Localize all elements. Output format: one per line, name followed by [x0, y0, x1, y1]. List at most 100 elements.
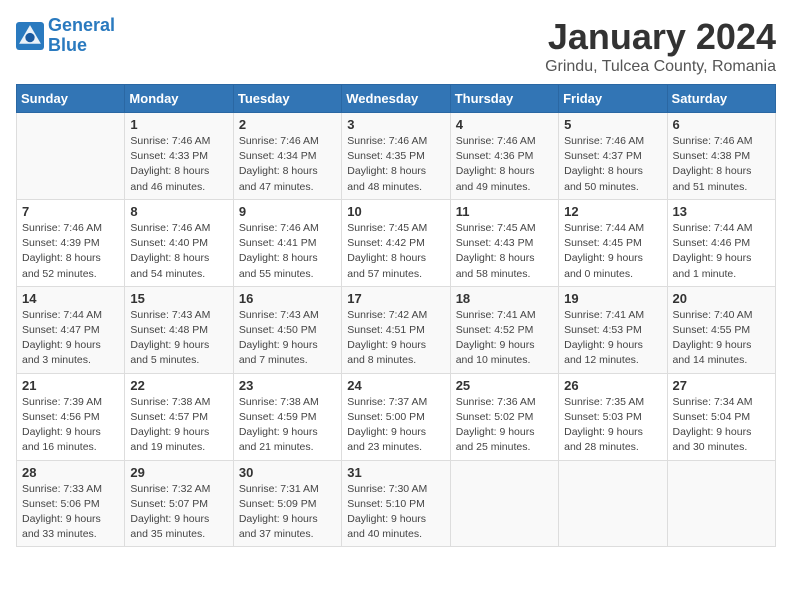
day-number: 29 [130, 465, 227, 480]
calendar-cell: 7Sunrise: 7:46 AMSunset: 4:39 PMDaylight… [17, 199, 125, 286]
header: General Blue January 2024 Grindu, Tulcea… [16, 16, 776, 76]
day-number: 1 [130, 117, 227, 132]
day-number: 20 [673, 291, 770, 306]
calendar-cell: 8Sunrise: 7:46 AMSunset: 4:40 PMDaylight… [125, 199, 233, 286]
title-area: January 2024 Grindu, Tulcea County, Roma… [545, 16, 776, 76]
day-number: 27 [673, 378, 770, 393]
calendar-cell: 30 Sunrise: 7:31 AMSunset: 5:09 PMDayligh… [233, 460, 341, 547]
calendar-cell [450, 460, 558, 547]
cell-content: Sunrise: 7:31 AMSunset: 5:09 PMDaylight:… [239, 482, 336, 543]
day-number: 13 [673, 204, 770, 219]
cell-content: Sunrise: 7:40 AMSunset: 4:55 PMDaylight:… [673, 308, 770, 369]
calendar-week-row: 28 Sunrise: 7:33 AMSunset: 5:06 PMDayligh… [17, 460, 776, 547]
cell-content: Sunrise: 7:36 AMSunset: 5:02 PMDaylight:… [456, 395, 553, 456]
day-number: 15 [130, 291, 227, 306]
day-number: 14 [22, 291, 119, 306]
cell-content: Sunrise: 7:46 AMSunset: 4:35 PMDaylight:… [347, 134, 444, 195]
cell-content: Sunrise: 7:46 AMSunset: 4:34 PMDaylight:… [239, 134, 336, 195]
cell-content: Sunrise: 7:44 AMSunset: 4:45 PMDaylight:… [564, 221, 661, 282]
calendar-cell: 31 Sunrise: 7:30 AMSunset: 5:10 PMDayligh… [342, 460, 450, 547]
location-title: Grindu, Tulcea County, Romania [545, 58, 776, 76]
day-number: 9 [239, 204, 336, 219]
day-number: 30 [239, 465, 336, 480]
weekday-header: Monday [125, 85, 233, 113]
cell-content: Sunrise: 7:46 AMSunset: 4:38 PMDaylight:… [673, 134, 770, 195]
calendar-cell: 3 Sunrise: 7:46 AMSunset: 4:35 PMDaylight… [342, 113, 450, 200]
cell-content: Sunrise: 7:43 AMSunset: 4:50 PMDaylight:… [239, 308, 336, 369]
calendar-cell: 20 Sunrise: 7:40 AMSunset: 4:55 PMDayligh… [667, 286, 775, 373]
cell-content: Sunrise: 7:42 AMSunset: 4:51 PMDaylight:… [347, 308, 444, 369]
day-number: 19 [564, 291, 661, 306]
calendar-cell [559, 460, 667, 547]
calendar-week-row: 1 Sunrise: 7:46 AMSunset: 4:33 PMDaylight… [17, 113, 776, 200]
calendar-cell: 22Sunrise: 7:38 AMSunset: 4:57 PMDayligh… [125, 373, 233, 460]
weekday-header: Tuesday [233, 85, 341, 113]
cell-content: Sunrise: 7:35 AMSunset: 5:03 PMDaylight:… [564, 395, 661, 456]
day-number: 16 [239, 291, 336, 306]
day-number: 31 [347, 465, 444, 480]
day-number: 3 [347, 117, 444, 132]
calendar-cell: 21Sunrise: 7:39 AMSunset: 4:56 PMDayligh… [17, 373, 125, 460]
calendar-cell: 15 Sunrise: 7:43 AMSunset: 4:48 PMDayligh… [125, 286, 233, 373]
calendar-table: SundayMondayTuesdayWednesdayThursdayFrid… [16, 84, 776, 547]
calendar-cell: 13 Sunrise: 7:44 AMSunset: 4:46 PMDayligh… [667, 199, 775, 286]
logo: General Blue [16, 16, 115, 56]
calendar-cell: 6 Sunrise: 7:46 AMSunset: 4:38 PMDaylight… [667, 113, 775, 200]
cell-content: Sunrise: 7:34 AMSunset: 5:04 PMDaylight:… [673, 395, 770, 456]
day-number: 2 [239, 117, 336, 132]
day-number: 4 [456, 117, 553, 132]
calendar-cell: 11 Sunrise: 7:45 AMSunset: 4:43 PMDayligh… [450, 199, 558, 286]
cell-content: Sunrise: 7:46 AMSunset: 4:36 PMDaylight:… [456, 134, 553, 195]
day-number: 12 [564, 204, 661, 219]
cell-content: Sunrise: 7:41 AMSunset: 4:53 PMDaylight:… [564, 308, 661, 369]
calendar-week-row: 14 Sunrise: 7:44 AMSunset: 4:47 PMDayligh… [17, 286, 776, 373]
day-number: 17 [347, 291, 444, 306]
calendar-cell: 26 Sunrise: 7:35 AMSunset: 5:03 PMDayligh… [559, 373, 667, 460]
calendar-cell: 1 Sunrise: 7:46 AMSunset: 4:33 PMDaylight… [125, 113, 233, 200]
cell-content: Sunrise: 7:37 AMSunset: 5:00 PMDaylight:… [347, 395, 444, 456]
cell-content: Sunrise: 7:45 AMSunset: 4:42 PMDaylight:… [347, 221, 444, 282]
calendar-cell [17, 113, 125, 200]
calendar-week-row: 21Sunrise: 7:39 AMSunset: 4:56 PMDayligh… [17, 373, 776, 460]
day-number: 26 [564, 378, 661, 393]
day-number: 23 [239, 378, 336, 393]
cell-content: Sunrise: 7:32 AMSunset: 5:07 PMDaylight:… [130, 482, 227, 543]
month-title: January 2024 [545, 16, 776, 58]
cell-content: Sunrise: 7:44 AMSunset: 4:46 PMDaylight:… [673, 221, 770, 282]
calendar-cell: 9Sunrise: 7:46 AMSunset: 4:41 PMDaylight… [233, 199, 341, 286]
cell-content: Sunrise: 7:41 AMSunset: 4:52 PMDaylight:… [456, 308, 553, 369]
calendar-cell: 29 Sunrise: 7:32 AMSunset: 5:07 PMDayligh… [125, 460, 233, 547]
day-number: 5 [564, 117, 661, 132]
calendar-cell: 16 Sunrise: 7:43 AMSunset: 4:50 PMDayligh… [233, 286, 341, 373]
day-number: 18 [456, 291, 553, 306]
cell-content: Sunrise: 7:30 AMSunset: 5:10 PMDaylight:… [347, 482, 444, 543]
calendar-cell: 5Sunrise: 7:46 AMSunset: 4:37 PMDaylight… [559, 113, 667, 200]
logo-text: General Blue [48, 16, 115, 56]
header-row: SundayMondayTuesdayWednesdayThursdayFrid… [17, 85, 776, 113]
day-number: 6 [673, 117, 770, 132]
weekday-header: Wednesday [342, 85, 450, 113]
cell-content: Sunrise: 7:33 AMSunset: 5:06 PMDaylight:… [22, 482, 119, 543]
day-number: 28 [22, 465, 119, 480]
weekday-header: Sunday [17, 85, 125, 113]
cell-content: Sunrise: 7:38 AMSunset: 4:57 PMDaylight:… [130, 395, 227, 456]
weekday-header: Saturday [667, 85, 775, 113]
weekday-header: Thursday [450, 85, 558, 113]
calendar-week-row: 7Sunrise: 7:46 AMSunset: 4:39 PMDaylight… [17, 199, 776, 286]
calendar-cell: 2 Sunrise: 7:46 AMSunset: 4:34 PMDaylight… [233, 113, 341, 200]
calendar-cell: 19 Sunrise: 7:41 AMSunset: 4:53 PMDayligh… [559, 286, 667, 373]
calendar-cell: 4 Sunrise: 7:46 AMSunset: 4:36 PMDaylight… [450, 113, 558, 200]
day-number: 11 [456, 204, 553, 219]
day-number: 7 [22, 204, 119, 219]
cell-content: Sunrise: 7:46 AMSunset: 4:40 PMDaylight:… [130, 221, 227, 282]
logo-icon [16, 22, 44, 50]
cell-content: Sunrise: 7:38 AMSunset: 4:59 PMDaylight:… [239, 395, 336, 456]
cell-content: Sunrise: 7:45 AMSunset: 4:43 PMDaylight:… [456, 221, 553, 282]
day-number: 10 [347, 204, 444, 219]
cell-content: Sunrise: 7:43 AMSunset: 4:48 PMDaylight:… [130, 308, 227, 369]
cell-content: Sunrise: 7:46 AMSunset: 4:33 PMDaylight:… [130, 134, 227, 195]
calendar-cell: 24Sunrise: 7:37 AMSunset: 5:00 PMDayligh… [342, 373, 450, 460]
cell-content: Sunrise: 7:44 AMSunset: 4:47 PMDaylight:… [22, 308, 119, 369]
calendar-cell: 28 Sunrise: 7:33 AMSunset: 5:06 PMDayligh… [17, 460, 125, 547]
calendar-cell: 17 Sunrise: 7:42 AMSunset: 4:51 PMDayligh… [342, 286, 450, 373]
